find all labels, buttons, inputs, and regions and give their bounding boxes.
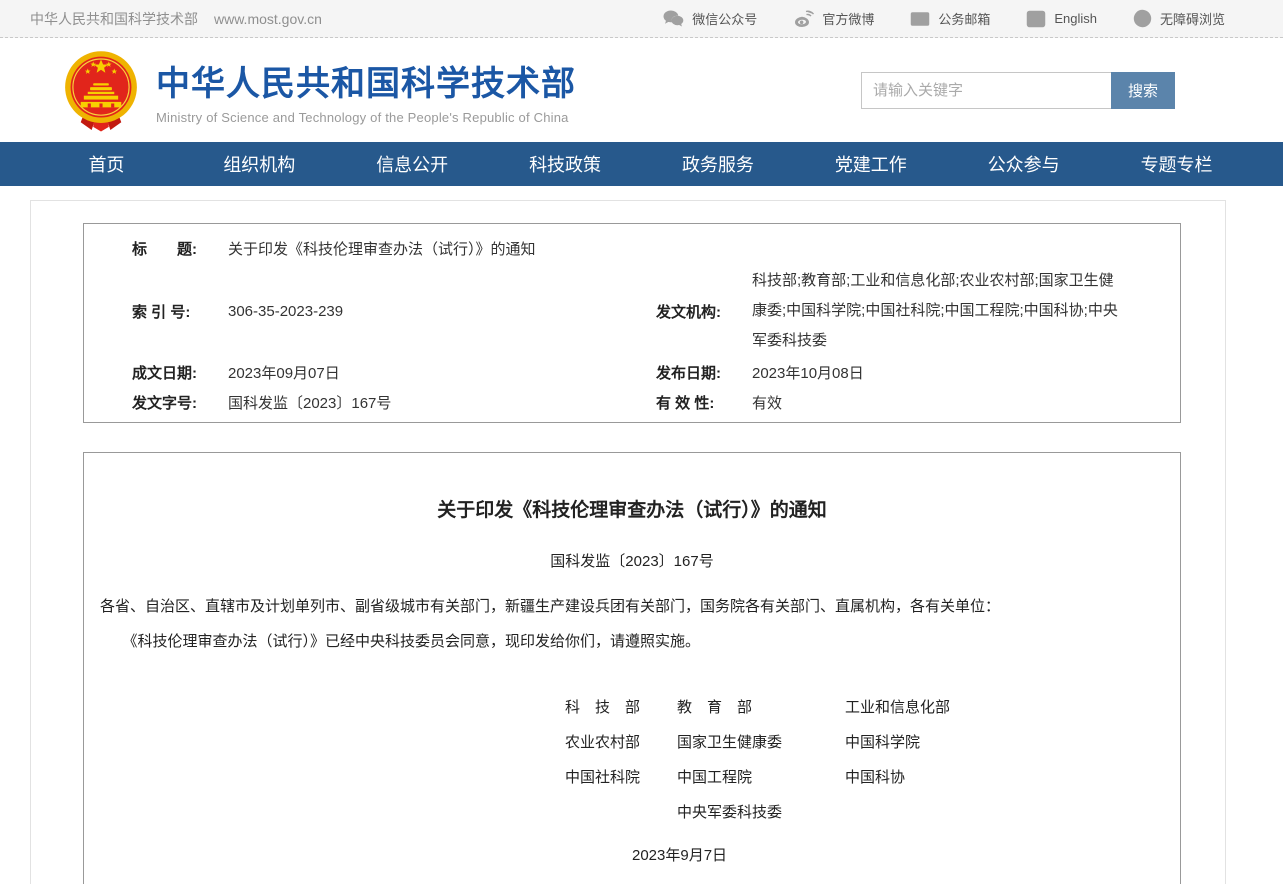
meta-index-value: 306-35-2023-239 bbox=[228, 303, 343, 320]
wechat-icon bbox=[663, 10, 684, 28]
signer: 中国社科院 bbox=[565, 767, 677, 789]
nav-item-special-columns[interactable]: 专题专栏 bbox=[1100, 142, 1253, 186]
meta-doc-no-value: 国科发监〔2023〕167号 bbox=[228, 392, 391, 413]
svg-text:En: En bbox=[1030, 15, 1043, 26]
site-header: 中华人民共和国科学技术部 Ministry of Science and Tec… bbox=[0, 38, 1283, 142]
site-search: 搜索 bbox=[861, 72, 1175, 109]
meta-title-value: 关于印发《科技伦理审查办法（试行）》的通知 bbox=[228, 238, 536, 259]
signer: 中国工程院 bbox=[677, 767, 845, 789]
document-title: 关于印发《科技伦理审查办法（试行）》的通知 bbox=[100, 495, 1164, 522]
nav-item-party-building[interactable]: 党建工作 bbox=[794, 142, 947, 186]
signer: 教 育 部 bbox=[677, 697, 845, 719]
signer bbox=[845, 802, 1164, 824]
meta-written-date-label: 成文日期: bbox=[132, 362, 228, 383]
mail-link[interactable]: 公务邮箱 bbox=[910, 9, 990, 28]
wechat-link[interactable]: 微信公众号 bbox=[663, 9, 757, 28]
accessibility-label: 无障碍浏览 bbox=[1160, 9, 1225, 28]
nav-item-organization[interactable]: 组织机构 bbox=[183, 142, 336, 186]
document-paragraph: 各省、自治区、直辖市及计划单列市、副省级城市有关部门，新疆生产建设兵团有关部门，… bbox=[100, 589, 1164, 624]
meta-validity-value: 有效 bbox=[752, 392, 782, 413]
signer: 工业和信息化部 bbox=[845, 697, 1164, 719]
nav-item-gov-services[interactable]: 政务服务 bbox=[642, 142, 795, 186]
meta-written-date-value: 2023年09月07日 bbox=[228, 362, 340, 383]
meta-doc-no-label: 发文字号: bbox=[132, 392, 228, 413]
accessibility-icon bbox=[1133, 9, 1152, 28]
meta-publish-date-value: 2023年10月08日 bbox=[752, 362, 864, 383]
topbar-site-name: 中华人民共和国科学技术部 bbox=[30, 9, 198, 29]
search-button[interactable]: 搜索 bbox=[1111, 72, 1175, 109]
signer: 国家卫生健康委 bbox=[677, 732, 845, 754]
mail-label: 公务邮箱 bbox=[938, 9, 990, 28]
document-meta-table: 标 题: 关于印发《科技伦理审查办法（试行）》的通知 索 引 号: 306-35… bbox=[83, 223, 1181, 423]
national-emblem-logo bbox=[62, 49, 140, 133]
signature-date: 2023年9月7日 bbox=[632, 844, 1164, 865]
search-input[interactable] bbox=[861, 72, 1111, 109]
meta-index-label: 索 引 号: bbox=[132, 301, 228, 322]
top-utility-bar: 中华人民共和国科学技术部 www.most.gov.cn 微信公众号 官方微博 … bbox=[0, 0, 1283, 38]
english-link[interactable]: En English bbox=[1026, 10, 1097, 28]
meta-issuer-label: 发文机构: bbox=[656, 301, 752, 322]
en-icon: En bbox=[1026, 10, 1046, 28]
wechat-label: 微信公众号 bbox=[692, 9, 757, 28]
document-number: 国科发监〔2023〕167号 bbox=[100, 550, 1164, 571]
meta-issuer-value: 科技部;教育部;工业和信息化部;农业农村部;国家卫生健康委;中国科学院;中国社科… bbox=[752, 266, 1180, 356]
nav-item-sci-tech-policy[interactable]: 科技政策 bbox=[489, 142, 642, 186]
signer: 中国科学院 bbox=[845, 732, 1164, 754]
meta-publish-date-label: 发布日期: bbox=[656, 362, 752, 383]
accessibility-link[interactable]: 无障碍浏览 bbox=[1133, 9, 1225, 28]
nav-item-info-disclosure[interactable]: 信息公开 bbox=[336, 142, 489, 186]
org-name-en: Ministry of Science and Technology of th… bbox=[156, 110, 576, 125]
signature-block: 科 技 部 教 育 部 工业和信息化部 农业农村部 国家卫生健康委 中国科学院 … bbox=[565, 697, 1164, 824]
signer: 中央军委科技委 bbox=[677, 802, 845, 824]
org-name-cn: 中华人民共和国科学技术部 bbox=[156, 56, 576, 105]
weibo-link[interactable]: 官方微博 bbox=[793, 9, 874, 28]
mail-icon bbox=[910, 11, 930, 27]
weibo-label: 官方微博 bbox=[822, 9, 874, 28]
nav-item-public-participation[interactable]: 公众参与 bbox=[947, 142, 1100, 186]
english-label: English bbox=[1054, 11, 1097, 26]
signer: 科 技 部 bbox=[565, 697, 677, 719]
meta-title-label: 标 题: bbox=[132, 238, 228, 259]
document-paragraph: 《科技伦理审查办法（试行）》已经中央科技委员会同意，现印发给你们，请遵照实施。 bbox=[100, 624, 1164, 659]
primary-nav: 首页 组织机构 信息公开 科技政策 政务服务 党建工作 公众参与 专题专栏 bbox=[0, 142, 1283, 186]
document-body: 关于印发《科技伦理审查办法（试行）》的通知 国科发监〔2023〕167号 各省、… bbox=[83, 452, 1181, 884]
signer: 中国科协 bbox=[845, 767, 1164, 789]
content-panel: 标 题: 关于印发《科技伦理审查办法（试行）》的通知 索 引 号: 306-35… bbox=[30, 200, 1226, 884]
weibo-icon bbox=[793, 10, 814, 28]
nav-item-home[interactable]: 首页 bbox=[30, 142, 183, 186]
meta-validity-label: 有 效 性: bbox=[656, 392, 752, 413]
topbar-site-url[interactable]: www.most.gov.cn bbox=[214, 11, 322, 27]
signer: 农业农村部 bbox=[565, 732, 677, 754]
signer bbox=[565, 802, 677, 824]
